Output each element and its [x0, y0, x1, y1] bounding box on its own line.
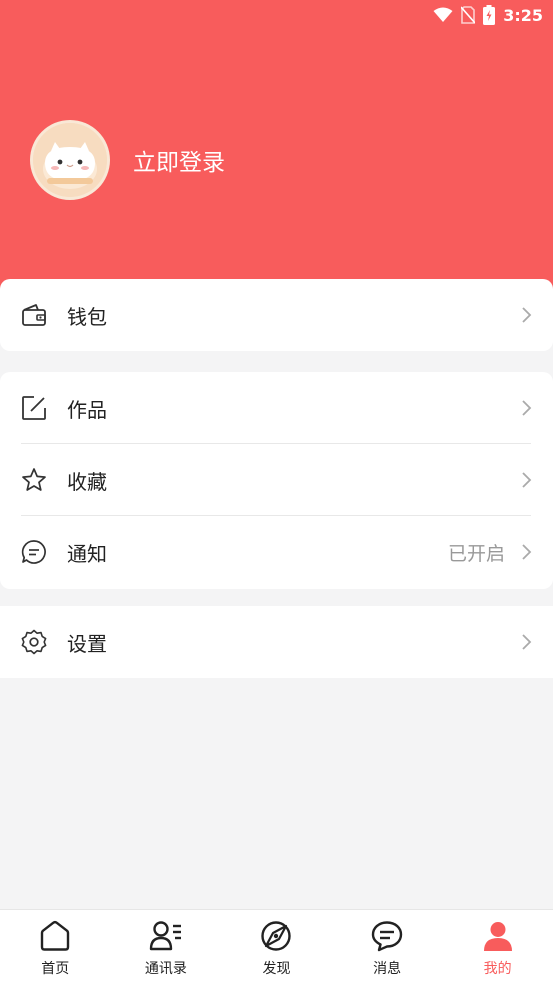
user-icon	[481, 919, 515, 953]
tab-discover[interactable]: 发现	[221, 910, 332, 983]
menu-label: 通知	[67, 541, 107, 566]
chevron-right-icon	[519, 543, 533, 561]
message-icon	[370, 919, 404, 953]
star-icon	[21, 467, 47, 493]
notification-status: 已开启	[447, 542, 505, 565]
wifi-icon	[433, 7, 453, 23]
avatar[interactable]	[30, 120, 110, 200]
tab-contacts[interactable]: 通讯录	[111, 910, 222, 983]
tab-label: 发现	[262, 961, 291, 977]
chevron-right-icon	[519, 633, 533, 651]
chat-bubble-icon	[21, 539, 47, 565]
contacts-icon	[149, 919, 183, 953]
wallet-icon	[21, 302, 47, 328]
menu-item-notifications[interactable]: 通知 已开启	[0, 516, 553, 588]
chevron-right-icon	[519, 471, 533, 489]
menu-item-settings[interactable]: 设置	[0, 606, 553, 678]
menu-item-works[interactable]: 作品	[0, 372, 553, 444]
menu-label: 作品	[67, 397, 107, 422]
bottom-tab-bar: 首页 通讯录 发现 消息 我的	[0, 909, 553, 983]
tab-messages[interactable]: 消息	[332, 910, 443, 983]
menu-label: 收藏	[67, 469, 107, 494]
profile-header: 3:25 立即登录	[0, 0, 553, 300]
no-sim-icon	[461, 6, 476, 24]
menu-item-wallet[interactable]: 钱包	[0, 279, 553, 351]
compass-icon	[259, 919, 293, 953]
menu-item-favorites[interactable]: 收藏	[0, 444, 553, 516]
tab-label: 我的	[483, 961, 512, 977]
activity-card: 作品 收藏 通知 已开启	[0, 372, 553, 589]
tab-label: 通讯录	[144, 961, 187, 977]
tab-label: 消息	[373, 961, 402, 977]
gear-icon	[21, 629, 47, 655]
chevron-right-icon	[519, 306, 533, 324]
edit-icon	[21, 395, 47, 421]
login-link[interactable]: 立即登录	[133, 143, 225, 177]
status-bar: 3:25	[0, 0, 553, 30]
battery-charging-icon	[483, 5, 496, 25]
chevron-right-icon	[519, 399, 533, 417]
profile-block[interactable]: 立即登录	[30, 120, 225, 200]
tab-label: 首页	[41, 961, 70, 977]
menu-label: 设置	[67, 631, 107, 656]
cat-avatar-icon	[33, 123, 107, 197]
wallet-card: 钱包	[0, 279, 553, 351]
tab-home[interactable]: 首页	[0, 910, 111, 983]
clock: 3:25	[503, 5, 543, 25]
home-icon	[38, 919, 72, 953]
tab-profile[interactable]: 我的	[442, 910, 553, 983]
settings-card: 设置	[0, 606, 553, 678]
menu-label: 钱包	[67, 304, 107, 329]
